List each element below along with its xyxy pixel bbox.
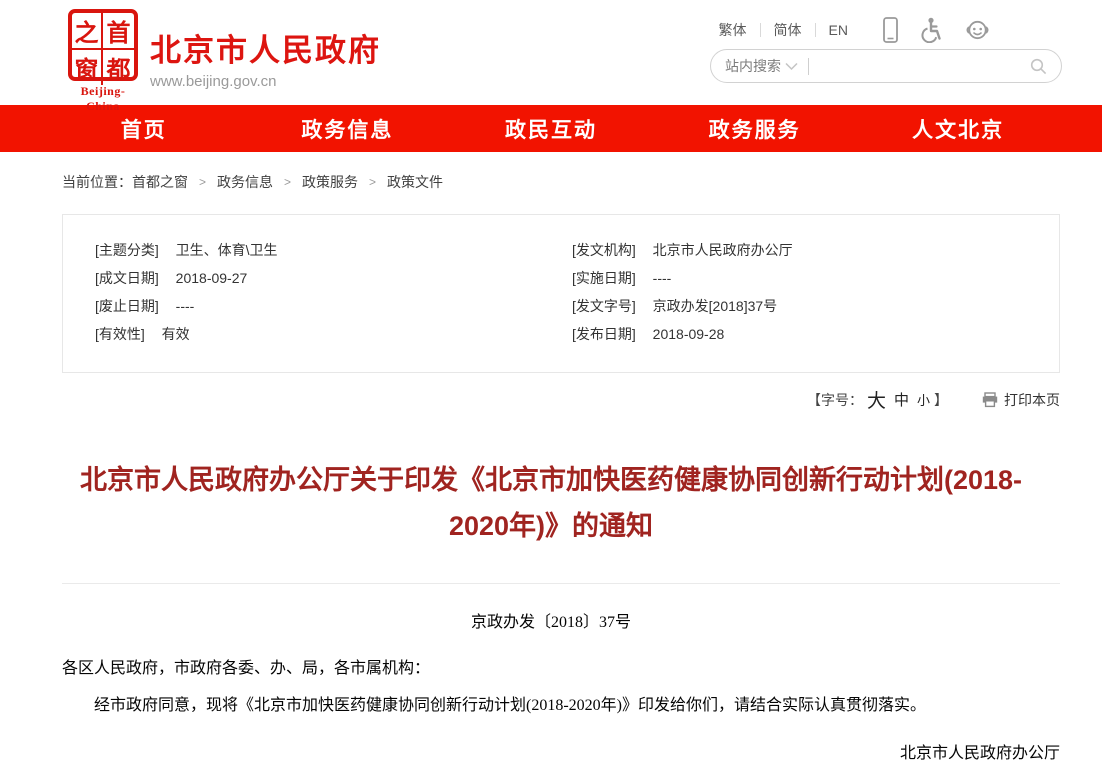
meta-row-repeal-date: [废止日期] ---- xyxy=(95,298,572,315)
meta-label: [废止日期] xyxy=(95,298,159,314)
font-size-prefix: 【字号： xyxy=(807,390,863,410)
main-nav: 首页 政务信息 政民互动 政务服务 人文北京 xyxy=(0,105,1102,152)
breadcrumb-item-gov-info[interactable]: 政务信息 xyxy=(217,172,273,192)
lang-link-traditional[interactable]: 繁体 xyxy=(706,20,760,40)
breadcrumb-item-policy-docs[interactable]: 政策文件 xyxy=(387,172,443,192)
nav-item-gov-info[interactable]: 政务信息 xyxy=(246,105,450,152)
search-category-label: 站内搜索 xyxy=(725,56,781,76)
breadcrumb-prefix: 当前位置： xyxy=(62,172,132,192)
site-url: www.beijing.gov.cn xyxy=(150,73,381,90)
meta-row-effective-date: [实施日期] ---- xyxy=(572,270,1049,287)
meta-label: [发布日期] xyxy=(572,326,636,342)
divider xyxy=(808,58,809,75)
divider xyxy=(62,583,1060,584)
meta-row-topic: [主题分类] 卫生、体育\卫生 xyxy=(95,242,572,259)
doc-number: 京政办发〔2018〕37号 xyxy=(0,608,1102,632)
top-utility-bar: 繁体 简体 EN xyxy=(706,17,990,43)
breadcrumb-item-capital-window[interactable]: 首都之窗 xyxy=(132,172,188,192)
meta-label: [实施日期] xyxy=(572,270,636,286)
site-title-block: 北京市人民政府 www.beijing.gov.cn xyxy=(150,25,381,90)
nav-item-services[interactable]: 政务服务 xyxy=(653,105,857,152)
site-name: 北京市人民政府 xyxy=(150,25,381,70)
meta-label: [发文字号] xyxy=(572,298,636,314)
chevron-down-icon xyxy=(785,62,798,71)
nav-item-interaction[interactable]: 政民互动 xyxy=(449,105,653,152)
meta-value: 2018-09-27 xyxy=(176,270,248,286)
site-search-bar: 站内搜索 xyxy=(710,49,1062,83)
print-button[interactable]: 打印本页 xyxy=(982,390,1060,410)
search-input[interactable] xyxy=(819,58,1030,74)
search-button[interactable] xyxy=(1030,58,1047,75)
font-size-suffix: 】 xyxy=(934,390,948,410)
capital-window-seal: 之 首 窗 都 xyxy=(68,9,138,81)
meta-value: 有效 xyxy=(162,326,190,342)
signer: 北京市人民政府办公厅 xyxy=(0,739,1060,763)
meta-value: 卫生、体育\卫生 xyxy=(176,242,278,258)
font-size-small-button[interactable]: 小 xyxy=(917,390,930,409)
meta-value: ---- xyxy=(653,270,672,286)
seal-char: 都 xyxy=(103,50,134,85)
search-icon xyxy=(1030,58,1047,75)
meta-label: [成文日期] xyxy=(95,270,159,286)
body-paragraph: 经市政府同意，现将《北京市加快医药健康协同创新行动计划(2018-2020年)》… xyxy=(62,694,1060,719)
mobile-icon[interactable] xyxy=(883,17,898,43)
meta-value: 京政办发[2018]37号 xyxy=(653,298,778,314)
meta-row-issuing-body: [发文机构] 北京市人民政府办公厅 xyxy=(572,242,1049,259)
meta-value: 2018-09-28 xyxy=(653,326,725,342)
article-title: 北京市人民政府办公厅关于印发《北京市加快医药健康协同创新行动计划(2018-20… xyxy=(76,457,1026,549)
meta-row-doc-symbol: [发文字号] 京政办发[2018]37号 xyxy=(572,298,1049,315)
font-size-medium-button[interactable]: 中 xyxy=(894,389,909,410)
meta-row-written-date: [成文日期] 2018-09-27 xyxy=(95,270,572,287)
breadcrumb-separator: > xyxy=(199,175,206,189)
document-meta-box: [主题分类] 卫生、体育\卫生 [成文日期] 2018-09-27 [废止日期]… xyxy=(62,214,1060,373)
meta-col-left: [主题分类] 卫生、体育\卫生 [成文日期] 2018-09-27 [废止日期]… xyxy=(95,242,572,354)
accessibility-icon[interactable] xyxy=(920,17,943,43)
seal-char: 窗 xyxy=(72,50,103,85)
print-label: 打印本页 xyxy=(1004,390,1060,410)
meta-col-right: [发文机构] 北京市人民政府办公厅 [实施日期] ---- [发文字号] 京政办… xyxy=(572,242,1049,354)
lang-link-simplified[interactable]: 简体 xyxy=(761,20,815,40)
nav-item-culture[interactable]: 人文北京 xyxy=(856,105,1060,152)
meta-value: ---- xyxy=(176,298,195,314)
breadcrumb-separator: > xyxy=(284,175,291,189)
logo-caption: Beijing-China xyxy=(64,84,142,114)
font-size-large-button[interactable]: 大 xyxy=(867,386,886,413)
printer-icon xyxy=(982,392,998,408)
search-category-dropdown[interactable]: 站内搜索 xyxy=(725,56,798,76)
meta-row-publish-date: [发布日期] 2018-09-28 xyxy=(572,326,1049,343)
site-header: 之 首 窗 都 Beijing-China 北京市人民政府 www.beijin… xyxy=(0,0,1102,105)
lang-link-en[interactable]: EN xyxy=(816,22,861,38)
meta-label: [有效性] xyxy=(95,326,145,342)
seal-char: 首 xyxy=(103,13,134,50)
meta-row-validity: [有效性] 有效 xyxy=(95,326,572,343)
breadcrumb-item-policy-service[interactable]: 政策服务 xyxy=(302,172,358,192)
site-logo[interactable]: 之 首 窗 都 Beijing-China xyxy=(64,9,142,114)
breadcrumb-separator: > xyxy=(369,175,376,189)
assistant-icon[interactable] xyxy=(965,18,990,42)
meta-label: [发文机构] xyxy=(572,242,636,258)
meta-value: 北京市人民政府办公厅 xyxy=(653,242,793,258)
meta-label: [主题分类] xyxy=(95,242,159,258)
article-toolbar: 【字号： 大 中 小 】 打印本页 xyxy=(0,386,1060,413)
seal-char: 之 xyxy=(72,13,103,50)
salutation: 各区人民政府，市政府各委、办、局，各市属机构： xyxy=(62,654,1060,678)
breadcrumb: 当前位置： 首都之窗 > 政务信息 > 政策服务 > 政策文件 xyxy=(62,172,1060,192)
